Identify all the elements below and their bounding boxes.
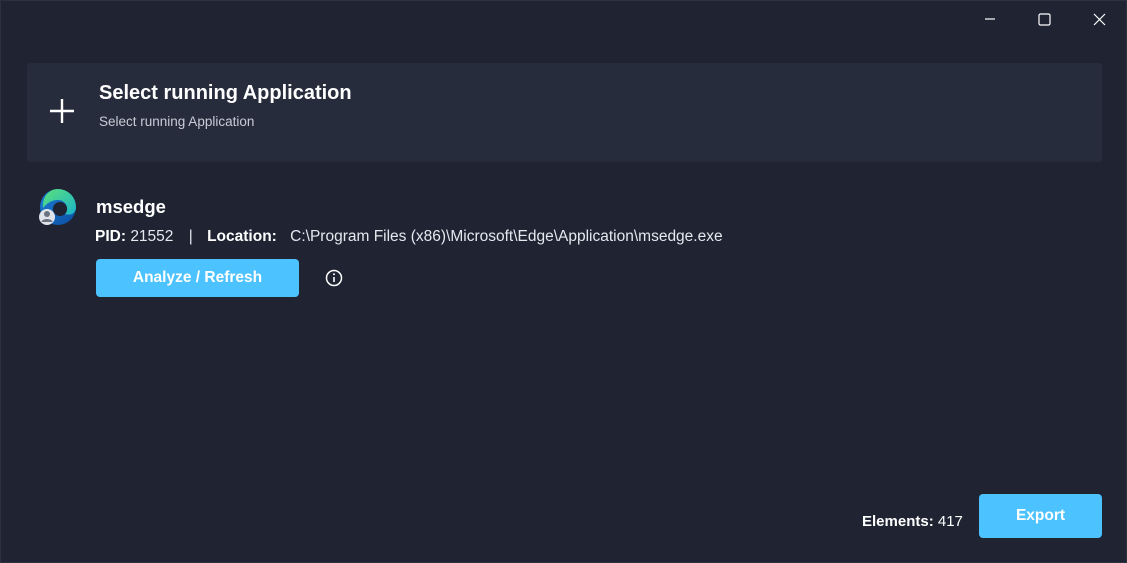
select-application-card[interactable]: Select running Application Select runnin… xyxy=(27,63,1102,162)
plus-icon xyxy=(50,99,74,123)
elements-label: Elements: xyxy=(862,513,934,530)
maximize-icon xyxy=(1037,12,1051,26)
info-icon[interactable] xyxy=(324,268,344,288)
msedge-app-icon xyxy=(39,189,76,225)
details-separator: | xyxy=(188,228,193,245)
pid-value: 21552 xyxy=(130,228,174,245)
analyze-refresh-button[interactable]: Analyze / Refresh xyxy=(96,259,299,297)
close-icon xyxy=(1093,13,1105,25)
close-button[interactable] xyxy=(1072,1,1126,37)
location-label: Location: xyxy=(207,228,277,245)
elements-value: 417 xyxy=(937,513,963,530)
select-application-subtitle: Select running Application xyxy=(99,114,255,129)
app-name: msedge xyxy=(96,196,166,217)
pid-label: PID: xyxy=(95,228,126,245)
export-button[interactable]: Export xyxy=(979,494,1102,538)
location-value: C:\Program Files (x86)\Microsoft\Edge\Ap… xyxy=(290,228,723,245)
minimize-icon xyxy=(985,18,995,20)
app-details: PID: 21552 | Location: C:\Program Files … xyxy=(95,228,723,246)
elements-count: Elements: 417 xyxy=(862,513,963,530)
maximize-button[interactable] xyxy=(1017,1,1071,37)
app-window: Select running Application Select runnin… xyxy=(0,0,1127,563)
minimize-button[interactable] xyxy=(963,1,1017,37)
select-application-title: Select running Application xyxy=(99,82,352,104)
